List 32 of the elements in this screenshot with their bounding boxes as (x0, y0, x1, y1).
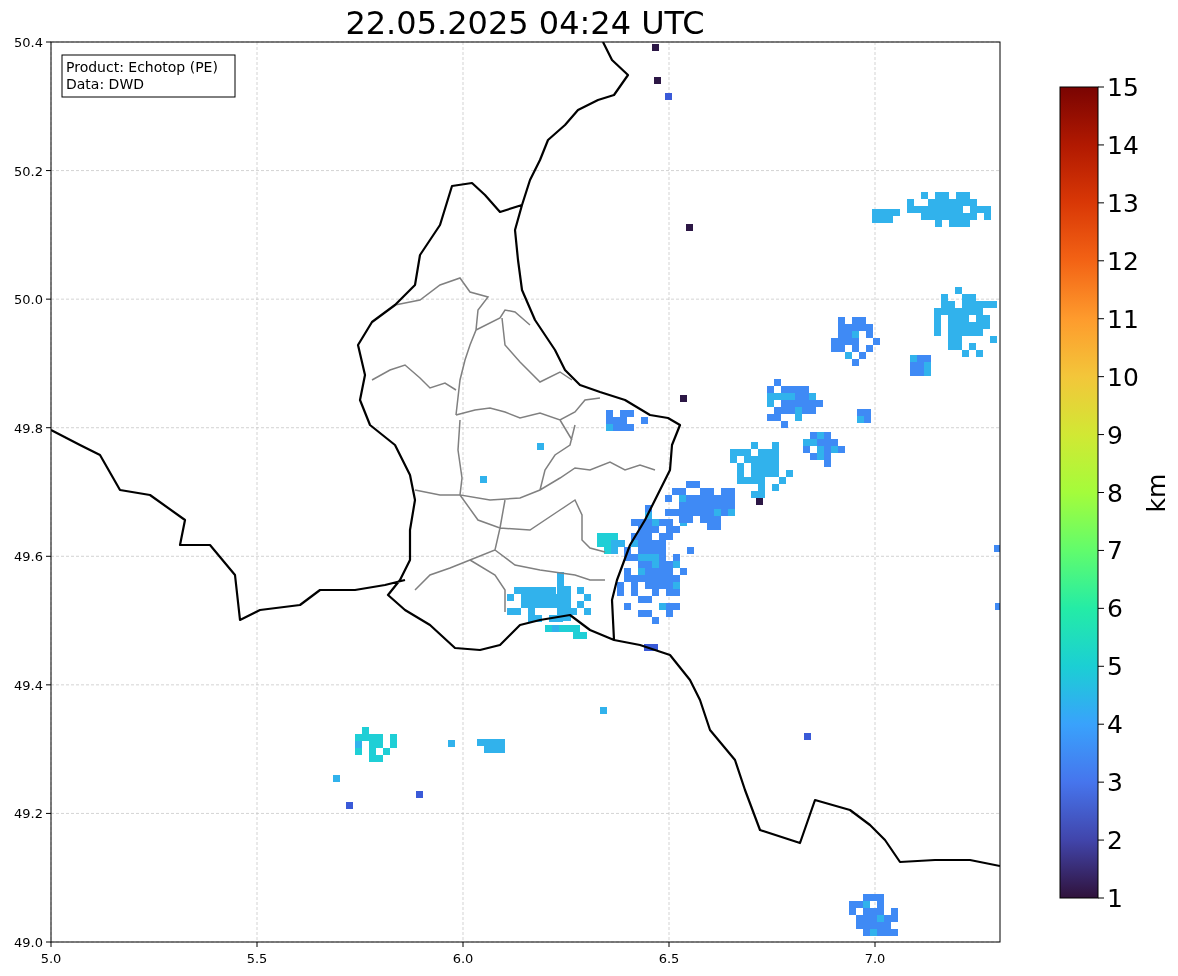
y-tick-label: 50.0 (14, 292, 43, 308)
y-tick-label: 49.2 (14, 806, 43, 822)
colorbar-tick-label: 7 (1107, 536, 1123, 566)
y-tick-label: 49.6 (14, 549, 43, 565)
colorbar-tick-label: 11 (1107, 304, 1139, 334)
colorbar-tick-label: 12 (1107, 246, 1139, 276)
colorbar-tick-label: 9 (1107, 420, 1123, 450)
colorbar-tick-label: 10 (1107, 362, 1139, 392)
y-tick-label: 50.2 (14, 163, 43, 179)
y-tick-label: 50.4 (14, 35, 43, 50)
colorbar-tick-label: 6 (1107, 594, 1123, 624)
y-tick-label: 49.8 (14, 420, 43, 436)
info-text: Product: Echotop (PE) (66, 59, 218, 75)
colorbar-tick-label: 5 (1107, 652, 1123, 682)
colorbar-tick-label: 3 (1107, 768, 1123, 798)
y-tick-label: 49.4 (14, 677, 43, 693)
info-text: Data: DWD (66, 76, 144, 92)
colorbar-tick-label: 2 (1107, 826, 1123, 856)
colorbar-tick-label: 14 (1107, 130, 1139, 160)
x-tick-label: 5.5 (246, 951, 268, 966)
x-tick-label: 6.5 (658, 951, 680, 966)
colorbar-tick-label: 13 (1107, 188, 1139, 218)
colorbar-tick-label: 1 (1107, 884, 1123, 913)
colorbar-tick-label: 15 (1107, 73, 1139, 102)
y-tick-label: 49.0 (14, 935, 43, 950)
x-tick-label: 5.0 (40, 951, 62, 966)
x-tick-label: 6.0 (452, 951, 474, 966)
colorbar-tick-label: 8 (1107, 478, 1123, 508)
chart-title: 22.05.2025 04:24 UTC (345, 4, 705, 42)
x-tick-label: 7.0 (864, 951, 886, 966)
colorbar-tick-label: 4 (1107, 710, 1123, 740)
colorbar-label: km (1142, 473, 1171, 513)
